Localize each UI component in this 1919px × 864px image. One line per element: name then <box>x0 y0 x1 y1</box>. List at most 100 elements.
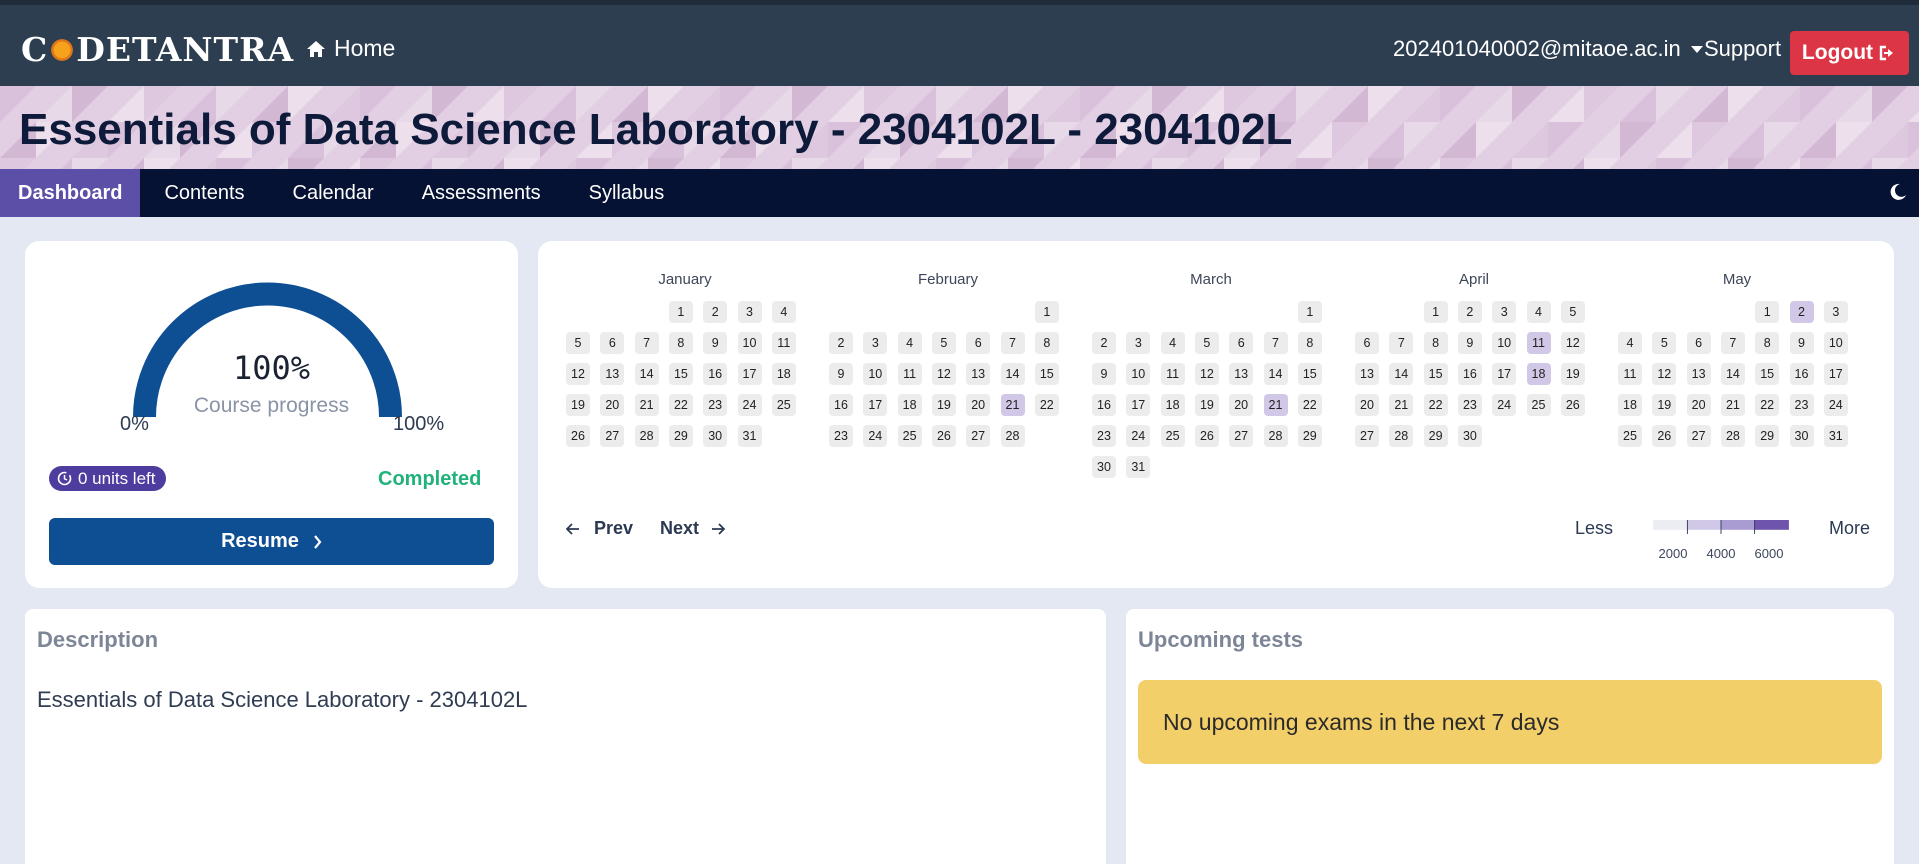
calendar-day-march-22[interactable]: 22 <box>1297 394 1322 416</box>
calendar-day-january-13[interactable]: 13 <box>600 363 625 385</box>
calendar-day-april-3[interactable]: 3 <box>1492 301 1517 323</box>
calendar-day-march-4[interactable]: 4 <box>1160 332 1185 354</box>
calendar-day-january-11[interactable]: 11 <box>771 332 796 354</box>
calendar-day-february-20[interactable]: 20 <box>966 394 991 416</box>
calendar-day-march-10[interactable]: 10 <box>1126 363 1151 385</box>
prev-button[interactable]: Prev <box>566 518 633 539</box>
calendar-day-april-15[interactable]: 15 <box>1423 363 1448 385</box>
calendar-day-january-3[interactable]: 3 <box>737 301 762 323</box>
calendar-day-april-30[interactable]: 30 <box>1457 425 1482 447</box>
calendar-day-january-8[interactable]: 8 <box>668 332 693 354</box>
calendar-day-may-18[interactable]: 18 <box>1618 394 1642 416</box>
calendar-day-march-7[interactable]: 7 <box>1263 332 1288 354</box>
support-link[interactable]: Support <box>1704 36 1781 62</box>
calendar-day-may-20[interactable]: 20 <box>1686 394 1711 416</box>
calendar-day-february-26[interactable]: 26 <box>931 425 956 447</box>
calendar-day-march-30[interactable]: 30 <box>1092 456 1116 478</box>
calendar-day-april-2[interactable]: 2 <box>1457 301 1482 323</box>
calendar-day-april-1[interactable]: 1 <box>1423 301 1448 323</box>
calendar-day-february-7[interactable]: 7 <box>1000 332 1025 354</box>
calendar-day-march-16[interactable]: 16 <box>1092 394 1116 416</box>
calendar-day-april-23[interactable]: 23 <box>1457 394 1482 416</box>
calendar-day-february-27[interactable]: 27 <box>966 425 991 447</box>
calendar-day-march-9[interactable]: 9 <box>1092 363 1116 385</box>
calendar-day-march-17[interactable]: 17 <box>1126 394 1151 416</box>
calendar-day-may-27[interactable]: 27 <box>1686 425 1711 447</box>
calendar-day-february-18[interactable]: 18 <box>897 394 922 416</box>
calendar-day-may-13[interactable]: 13 <box>1686 363 1711 385</box>
calendar-day-may-10[interactable]: 10 <box>1823 332 1848 354</box>
calendar-day-february-9[interactable]: 9 <box>829 363 853 385</box>
calendar-day-april-17[interactable]: 17 <box>1492 363 1517 385</box>
calendar-day-april-6[interactable]: 6 <box>1355 332 1379 354</box>
calendar-day-january-29[interactable]: 29 <box>668 425 693 447</box>
calendar-day-february-6[interactable]: 6 <box>966 332 991 354</box>
calendar-day-may-3[interactable]: 3 <box>1823 301 1848 323</box>
calendar-day-may-5[interactable]: 5 <box>1652 332 1677 354</box>
calendar-day-february-2[interactable]: 2 <box>829 332 853 354</box>
calendar-day-march-25[interactable]: 25 <box>1160 425 1185 447</box>
codetantra-logo[interactable]: C DETANTRA <box>21 25 294 73</box>
calendar-day-february-10[interactable]: 10 <box>863 363 888 385</box>
calendar-day-april-5[interactable]: 5 <box>1560 301 1585 323</box>
calendar-day-january-23[interactable]: 23 <box>703 394 728 416</box>
calendar-day-may-21[interactable]: 21 <box>1720 394 1745 416</box>
calendar-day-march-3[interactable]: 3 <box>1126 332 1151 354</box>
calendar-day-march-11[interactable]: 11 <box>1160 363 1185 385</box>
calendar-day-january-25[interactable]: 25 <box>771 394 796 416</box>
calendar-day-march-18[interactable]: 18 <box>1160 394 1185 416</box>
calendar-day-march-23[interactable]: 23 <box>1092 425 1116 447</box>
calendar-day-february-11[interactable]: 11 <box>897 363 922 385</box>
calendar-day-april-21[interactable]: 21 <box>1389 394 1414 416</box>
calendar-day-may-29[interactable]: 29 <box>1755 425 1780 447</box>
calendar-day-february-15[interactable]: 15 <box>1034 363 1059 385</box>
calendar-day-april-8[interactable]: 8 <box>1423 332 1448 354</box>
calendar-day-march-29[interactable]: 29 <box>1297 425 1322 447</box>
calendar-day-february-24[interactable]: 24 <box>863 425 888 447</box>
calendar-day-march-31[interactable]: 31 <box>1126 456 1151 478</box>
moon-icon[interactable] <box>1889 183 1907 201</box>
calendar-day-february-16[interactable]: 16 <box>829 394 853 416</box>
calendar-day-april-29[interactable]: 29 <box>1423 425 1448 447</box>
calendar-day-march-15[interactable]: 15 <box>1297 363 1322 385</box>
logout-button[interactable]: Logout <box>1790 31 1909 75</box>
calendar-day-march-28[interactable]: 28 <box>1263 425 1288 447</box>
calendar-day-may-30[interactable]: 30 <box>1789 425 1814 447</box>
calendar-day-march-21[interactable]: 21 <box>1263 394 1288 416</box>
calendar-day-january-7[interactable]: 7 <box>634 332 659 354</box>
calendar-day-april-10[interactable]: 10 <box>1492 332 1517 354</box>
calendar-day-april-12[interactable]: 12 <box>1560 332 1585 354</box>
calendar-day-may-22[interactable]: 22 <box>1755 394 1780 416</box>
tab-contents[interactable]: Contents <box>140 169 268 217</box>
calendar-day-january-9[interactable]: 9 <box>703 332 728 354</box>
calendar-day-april-11[interactable]: 11 <box>1526 332 1551 354</box>
resume-button[interactable]: Resume <box>49 518 494 565</box>
calendar-day-february-22[interactable]: 22 <box>1034 394 1059 416</box>
calendar-day-january-27[interactable]: 27 <box>600 425 625 447</box>
calendar-day-february-28[interactable]: 28 <box>1000 425 1025 447</box>
calendar-day-january-19[interactable]: 19 <box>566 394 590 416</box>
tab-dashboard[interactable]: Dashboard <box>0 169 141 217</box>
calendar-day-may-1[interactable]: 1 <box>1755 301 1780 323</box>
calendar-day-may-12[interactable]: 12 <box>1652 363 1677 385</box>
calendar-day-february-12[interactable]: 12 <box>931 363 956 385</box>
calendar-day-may-14[interactable]: 14 <box>1720 363 1745 385</box>
calendar-day-april-20[interactable]: 20 <box>1355 394 1379 416</box>
calendar-day-february-23[interactable]: 23 <box>829 425 853 447</box>
calendar-day-may-15[interactable]: 15 <box>1755 363 1780 385</box>
user-menu-dropdown[interactable]: 202401040002@mitaoe.ac.in <box>1393 36 1703 62</box>
calendar-day-april-22[interactable]: 22 <box>1423 394 1448 416</box>
calendar-day-april-9[interactable]: 9 <box>1457 332 1482 354</box>
tab-syllabus[interactable]: Syllabus <box>565 169 689 217</box>
calendar-day-february-21[interactable]: 21 <box>1000 394 1025 416</box>
calendar-day-january-18[interactable]: 18 <box>771 363 796 385</box>
calendar-day-march-1[interactable]: 1 <box>1297 301 1322 323</box>
calendar-day-may-2[interactable]: 2 <box>1789 301 1814 323</box>
calendar-day-may-11[interactable]: 11 <box>1618 363 1642 385</box>
calendar-day-may-7[interactable]: 7 <box>1720 332 1745 354</box>
calendar-day-march-5[interactable]: 5 <box>1194 332 1219 354</box>
calendar-day-april-7[interactable]: 7 <box>1389 332 1414 354</box>
calendar-day-may-6[interactable]: 6 <box>1686 332 1711 354</box>
calendar-day-may-24[interactable]: 24 <box>1823 394 1848 416</box>
calendar-day-april-24[interactable]: 24 <box>1492 394 1517 416</box>
